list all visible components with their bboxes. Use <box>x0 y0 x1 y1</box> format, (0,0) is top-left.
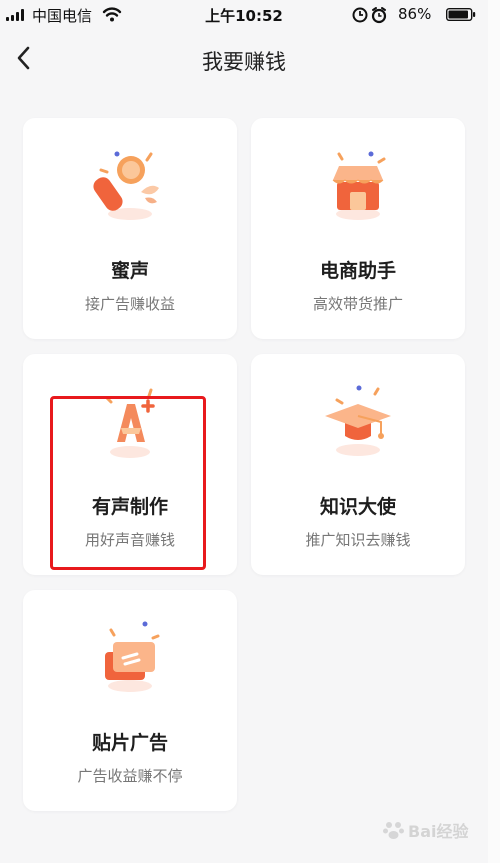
card-title: 电商助手 <box>319 260 396 282</box>
page-edge <box>488 0 500 863</box>
card-title: 知识大使 <box>319 496 396 518</box>
battery-percent: 86% <box>398 5 432 23</box>
letter-a-plus-icon <box>105 388 155 458</box>
paw-icon <box>383 822 404 839</box>
card-ecommerce-helper[interactable]: 电商助手 高效带货推广 <box>251 118 465 339</box>
card-subtitle: 广告收益赚不停 <box>77 767 183 785</box>
status-bar: 中国电信 上午10:52 86% <box>0 0 488 30</box>
page-title: 我要赚钱 <box>202 50 286 74</box>
shop-icon <box>332 151 386 220</box>
nav-bar: 我要赚钱 <box>0 30 488 88</box>
graduation-cap-icon <box>325 385 391 456</box>
baidu-watermark: Bai经验 <box>382 808 488 852</box>
card-audio-production[interactable]: 有声制作 用好声音赚钱 <box>23 354 237 575</box>
alarm-icon <box>352 7 387 24</box>
microphone-icon <box>93 151 159 220</box>
card-knowledge-ambassador[interactable]: 知识大使 推广知识去赚钱 <box>251 354 465 575</box>
battery-icon <box>446 8 476 21</box>
card-title: 贴片广告 <box>91 732 168 754</box>
card-preroll-ads[interactable]: 贴片广告 广告收益赚不停 <box>23 590 237 811</box>
card-mi-sheng[interactable]: 蜜声 接广告赚收益 <box>23 118 237 339</box>
card-subtitle: 用好声音赚钱 <box>84 531 175 549</box>
watermark-text: Bai经验 <box>408 822 469 841</box>
page: 中国电信 上午10:52 86% 我要赚钱 蜜声 接广告赚收益 电商助手 高效带… <box>0 0 488 863</box>
card-subtitle: 高效带货推广 <box>312 295 403 313</box>
card-subtitle: 推广知识去赚钱 <box>305 531 411 549</box>
card-title: 有声制作 <box>91 496 168 518</box>
card-title: 蜜声 <box>110 260 149 282</box>
ad-card-icon <box>105 621 160 692</box>
card-subtitle: 接广告赚收益 <box>84 295 175 313</box>
